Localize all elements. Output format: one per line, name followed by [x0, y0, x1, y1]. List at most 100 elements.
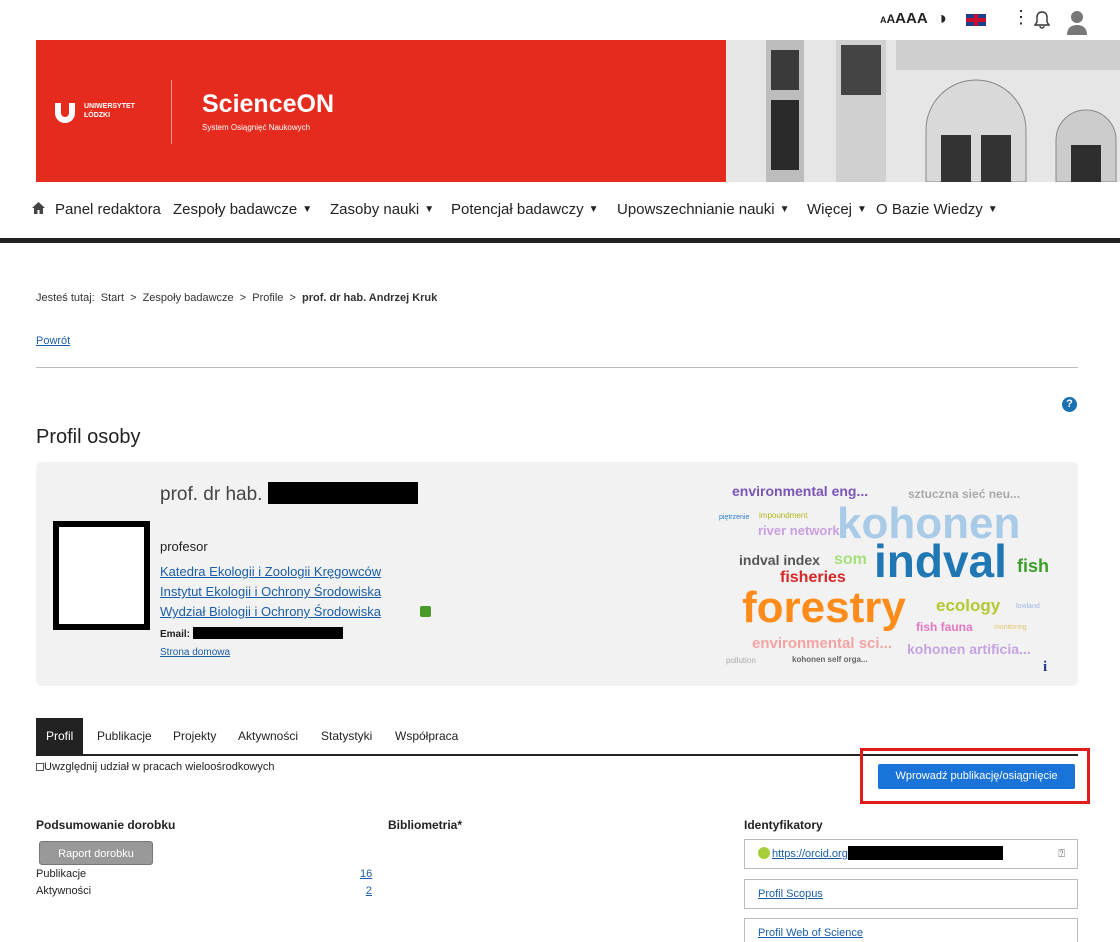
keyword[interactable]: som — [834, 552, 867, 568]
keyword[interactable]: ecology — [936, 597, 1000, 614]
back-link[interactable]: Powrót — [36, 335, 70, 347]
identifiers-heading: Identyfikatory — [744, 818, 823, 832]
brand-title[interactable]: ScienceON — [202, 90, 334, 119]
nav-label: Upowszechnianie nauki — [617, 201, 775, 218]
email-label: Email: — [160, 629, 191, 640]
tab-wspolpraca[interactable]: Współpraca — [385, 718, 468, 754]
add-publication-button[interactable]: Wprowadź publikację/osiągnięcie — [878, 764, 1075, 789]
nav-zasoby-nauki[interactable]: Zasoby nauki ▼ — [330, 201, 434, 218]
brand-subtitle: System Osiągnięć Naukowych — [202, 123, 311, 132]
breadcrumb-start[interactable]: Start — [101, 292, 124, 304]
logo-line-1: UNIWERSYTET — [84, 103, 135, 110]
wos-link[interactable]: Profil Web of Science — [758, 927, 863, 939]
more-menu-icon[interactable]: ⋮ — [1012, 7, 1030, 28]
link-wydzial[interactable]: Wydział Biologii i Ochrony Środowiska — [160, 604, 381, 619]
orcid-link[interactable]: https://orcid.org — [772, 848, 848, 860]
breadcrumb-separator: > — [289, 292, 296, 304]
logo-mark-icon — [55, 103, 75, 123]
bell-icon[interactable] — [1033, 10, 1051, 34]
scopus-row: Profil Scopus — [744, 879, 1078, 909]
summary-value-publikacje[interactable]: 16 — [360, 868, 372, 880]
keyword[interactable]: environmental eng... — [732, 484, 868, 498]
tab-aktywnosci[interactable]: Aktywności — [228, 718, 308, 754]
keyword[interactable]: lowland — [1016, 603, 1040, 610]
breadcrumb-current: prof. dr hab. Andrzej Kruk — [301, 292, 438, 304]
orcid-icon — [758, 847, 770, 859]
scopus-link[interactable]: Profil Scopus — [758, 888, 823, 900]
email-row: Email: — [160, 627, 343, 640]
font-size-label: AAA — [895, 10, 928, 27]
university-logo[interactable] — [53, 101, 77, 128]
tab-publikacje[interactable]: Publikacje — [87, 718, 162, 754]
link-instytut[interactable]: Instytut Ekologii i Ochrony Środowiska — [160, 584, 381, 599]
person-name: prof. dr hab. — [160, 482, 418, 506]
external-link-icon[interactable] — [420, 606, 431, 617]
nav-wiecej[interactable]: Więcej ▼ — [807, 201, 867, 218]
chevron-down-icon: ▼ — [857, 204, 867, 215]
keyword[interactable]: kohonen artificia... — [907, 642, 1031, 656]
nav-panel-redaktora[interactable]: Panel redaktora — [55, 201, 161, 218]
checkbox-label: Uwzględnij udział w pracach wieloośrodko… — [44, 761, 275, 773]
nav-label: O Bazie Wiedzy — [876, 201, 983, 218]
nav-potencjal-badawczy[interactable]: Potencjał badawczy ▼ — [451, 201, 598, 218]
header-building-image — [726, 40, 1120, 182]
chevron-down-icon: ▼ — [424, 204, 435, 215]
redacted-orcid — [847, 846, 1003, 860]
checkbox[interactable] — [36, 763, 44, 771]
help-icon[interactable]: ? — [1062, 397, 1077, 412]
nav-zespoly-badawcze[interactable]: Zespoły badawcze ▼ — [173, 201, 312, 218]
font-size-toggle[interactable]: AAAAA — [880, 10, 928, 27]
keyword[interactable]: river network — [758, 524, 840, 537]
keyword[interactable]: indval — [874, 538, 1007, 584]
keyword[interactable]: indval index — [739, 553, 820, 567]
profile-card: prof. dr hab. profesor Katedra Ekologii … — [36, 462, 1078, 686]
keyword-cloud: environmental eng... sztuczna sieć neu..… — [712, 472, 1052, 682]
orcid-row: https://orcid.org ⍰ — [744, 839, 1078, 869]
home-icon[interactable] — [32, 201, 45, 218]
header-banner: UNIWERSYTET ŁÓDZKI ScienceON System Osią… — [36, 40, 1120, 182]
keyword[interactable]: piętrzenie — [719, 514, 749, 521]
profile-photo — [53, 521, 150, 630]
keyword[interactable]: fish fauna — [916, 621, 973, 633]
keyword[interactable]: kohonen self orga... — [792, 656, 868, 664]
position: profesor — [160, 539, 208, 554]
summary-value-aktywnosci[interactable]: 2 — [360, 885, 372, 897]
link-katedra[interactable]: Katedra Ekologii i Zoologii Kręgowców — [160, 564, 381, 579]
tab-statystyki[interactable]: Statystyki — [311, 718, 382, 754]
chevron-down-icon: ▼ — [987, 204, 998, 215]
breadcrumb: Jesteś tutaj: Start > Zespoły badawcze >… — [36, 292, 437, 304]
contrast-icon[interactable]: ◑ — [936, 8, 947, 29]
wos-row: Profil Web of Science — [744, 918, 1078, 942]
chevron-down-icon: ▼ — [302, 204, 313, 215]
bibliometrics-heading: Bibliometria* — [388, 818, 463, 832]
breadcrumb-profile[interactable]: Profile — [252, 292, 283, 304]
breadcrumb-zespoly[interactable]: Zespoły badawcze — [143, 292, 234, 304]
redacted-email — [192, 627, 343, 639]
user-icon[interactable] — [1066, 9, 1088, 39]
uk-flag-icon[interactable] — [966, 14, 986, 26]
tab-projekty[interactable]: Projekty — [163, 718, 226, 754]
keyword[interactable]: forestry — [742, 586, 906, 630]
summary-heading: Podsumowanie dorobku — [36, 818, 176, 832]
divider — [36, 367, 1078, 368]
nav-label: Więcej — [807, 201, 853, 218]
chevron-down-icon: ▼ — [588, 204, 599, 215]
question-icon[interactable]: ⍰ — [1058, 840, 1065, 868]
keyword[interactable]: fish — [1017, 557, 1049, 575]
info-icon[interactable]: i — [1043, 660, 1047, 675]
nav-upowszechnianie-nauki[interactable]: Upowszechnianie nauki ▼ — [617, 201, 790, 218]
nav-o-bazie-wiedzy[interactable]: O Bazie Wiedzy ▼ — [876, 201, 998, 218]
homepage-link[interactable]: Strona domowa — [160, 647, 230, 658]
keyword[interactable]: pollution — [726, 657, 756, 665]
keyword[interactable]: monitoring — [994, 624, 1027, 631]
keyword[interactable]: environmental sci... — [752, 636, 892, 651]
tab-profil[interactable]: Profil — [36, 718, 84, 754]
report-button[interactable]: Raport dorobku — [39, 841, 153, 865]
nav-label: Potencjał badawczy — [451, 201, 584, 218]
nav-label: Zespoły badawcze — [173, 201, 298, 218]
main-nav: Panel redaktora Zespoły badawcze ▼ Zasoby… — [0, 183, 1120, 243]
keyword[interactable]: impoundment — [759, 512, 807, 520]
breadcrumb-separator: > — [239, 292, 247, 304]
multicenter-checkbox-row[interactable]: Uwzględnij udział w pracach wieloośrodko… — [36, 761, 275, 773]
logo-line-2: ŁÓDZKI — [84, 112, 111, 119]
